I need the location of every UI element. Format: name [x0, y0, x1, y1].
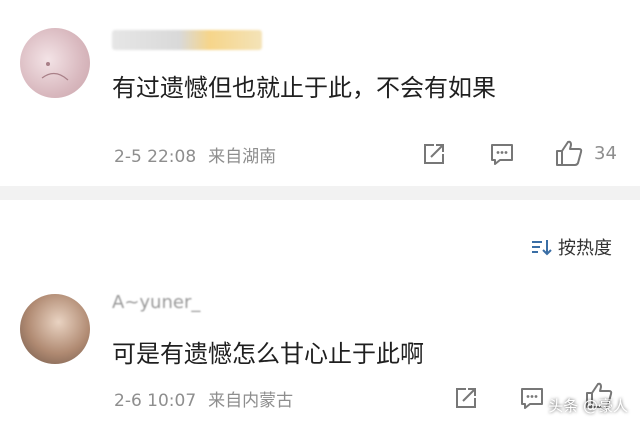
share-icon[interactable]	[452, 384, 480, 412]
username[interactable]: A~yuner_	[112, 292, 200, 313]
comment-text: 可是有遗憾怎么甘心止于此啊	[112, 340, 424, 368]
comment-1: 有过遗憾但也就止于此，不会有如果 2-5 22:08 来自湖南 34	[0, 0, 640, 186]
section-divider	[0, 186, 640, 200]
watermark: 头条 @豪人	[548, 397, 628, 415]
comment-meta: 2-5 22:08 来自湖南	[114, 142, 276, 167]
share-icon[interactable]	[420, 140, 448, 168]
avatar[interactable]	[20, 294, 90, 364]
comment-icon[interactable]	[488, 140, 516, 168]
comment-meta: 2-6 10:07 来自内蒙古	[114, 386, 293, 411]
comment-date: 2-6 10:07	[114, 391, 197, 411]
avatar-sketch-icon	[41, 62, 69, 81]
comment-text: 有过遗憾但也就止于此，不会有如果	[112, 74, 496, 102]
avatar[interactable]	[20, 28, 90, 98]
comment-2: A~yuner_ 可是有遗憾怎么甘心止于此啊 2-6 10:07 来自内蒙古	[0, 200, 640, 430]
thumbs-up-icon[interactable]	[554, 138, 584, 168]
like-count: 34	[594, 143, 617, 164]
comment-location: 来自湖南	[208, 147, 277, 167]
comment-date: 2-5 22:08	[114, 147, 197, 167]
username-blurred[interactable]	[112, 30, 262, 50]
comment-location: 来自内蒙古	[208, 391, 294, 411]
comment-icon[interactable]	[518, 384, 546, 412]
